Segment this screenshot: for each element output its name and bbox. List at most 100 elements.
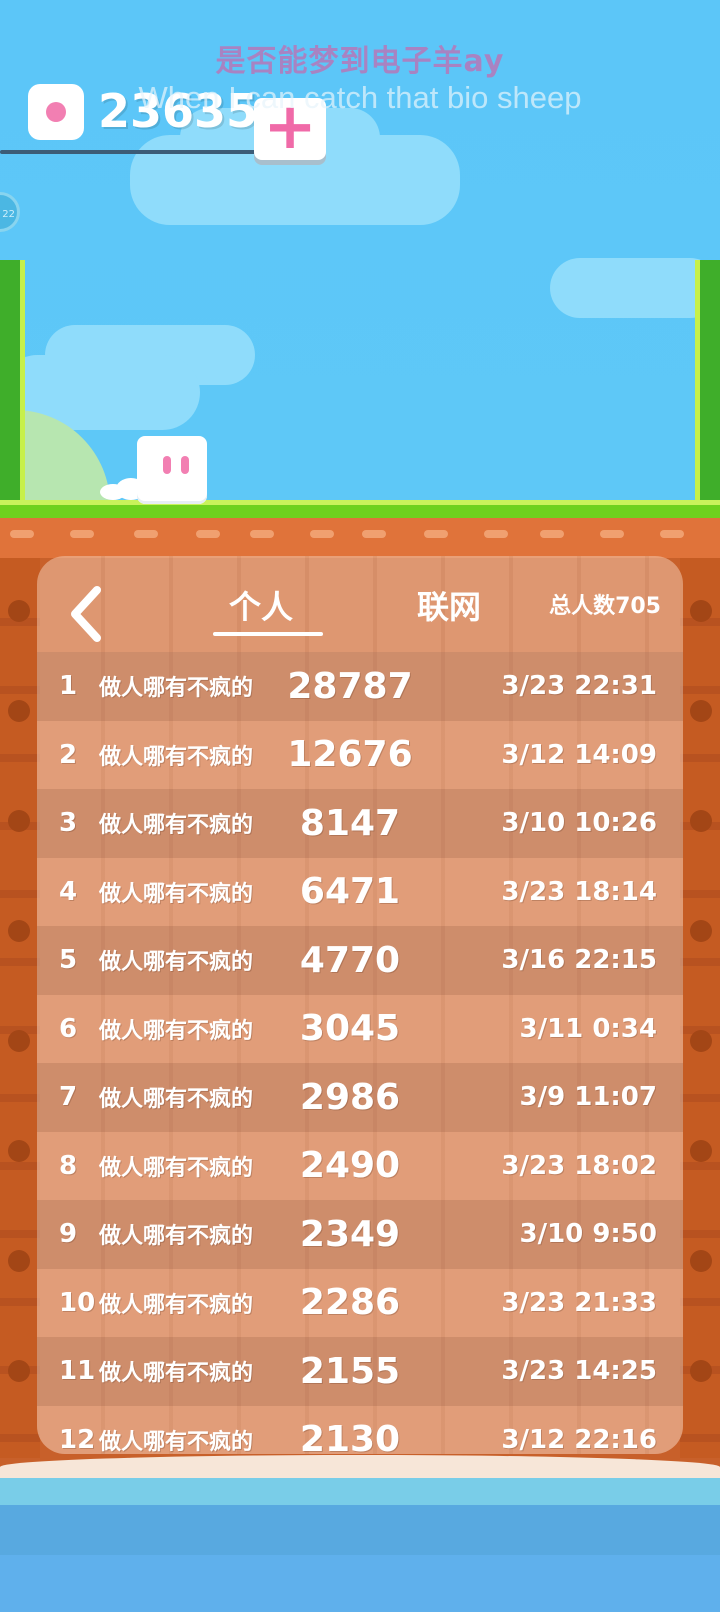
timestamp: 3/9 11:07: [519, 1082, 658, 1113]
dirt-dot: [8, 1030, 30, 1052]
leaderboard-row: 10 做人哪有不疯的 2286 3/23 21:33: [37, 1268, 683, 1337]
water-deep: [0, 1555, 720, 1612]
rank-number: 7: [59, 1082, 78, 1113]
dirt-dash: [362, 530, 386, 538]
player-name: 做人哪有不疯的: [99, 881, 254, 907]
leaderboard-list: 1 做人哪有不疯的 28787 3/23 22:31 2 做人哪有不疯的 12676 3/12…: [37, 652, 683, 1454]
score-value: 8147: [299, 802, 401, 844]
rank-number: 5: [59, 945, 78, 976]
score-value: 2349: [299, 1213, 401, 1255]
score-value: 12676: [287, 734, 413, 776]
player-name: 做人哪有不疯的: [99, 676, 254, 702]
dirt-dash: [10, 530, 34, 538]
leaderboard-panel: 个人 联网 总人数705 1 做人哪有不疯的 28787 3/23 22:31 2 做人哪…: [37, 556, 683, 1454]
timestamp: 3/23 14:25: [501, 1356, 657, 1387]
player-name: 做人哪有不疯的: [99, 1292, 254, 1318]
dirt-dot: [8, 920, 30, 942]
dirt-dot: [8, 700, 30, 722]
dirt-dot: [690, 810, 712, 832]
rank-number: 3: [59, 808, 78, 839]
sheep-eye: [181, 456, 189, 474]
player-name: 做人哪有不疯的: [99, 1224, 254, 1250]
leaderboard-row: 4 做人哪有不疯的 6471 3/23 18:14: [37, 857, 683, 926]
rank-number: 8: [59, 1150, 78, 1181]
rank-number: 1: [59, 671, 78, 702]
rank-number: 4: [59, 876, 78, 907]
coin-underline: [0, 150, 260, 154]
leaderboard-row: 8 做人哪有不疯的 2490 3/23 18:02: [37, 1131, 683, 1200]
dirt-dot: [8, 810, 30, 832]
leaderboard-row: 12 做人哪有不疯的 2130 3/12 22:16: [37, 1405, 683, 1454]
dirt-top-band: [0, 518, 720, 558]
dirt-dot: [690, 1030, 712, 1052]
tab-online[interactable]: 联网: [417, 582, 481, 628]
leaderboard-row: 3 做人哪有不疯的 8147 3/10 10:26: [37, 789, 683, 858]
dirt-column-right: [680, 558, 720, 1458]
timestamp: 3/23 18:14: [501, 876, 657, 907]
timestamp: 3/12 14:09: [501, 739, 657, 770]
timestamp: 3/12 22:16: [501, 1424, 657, 1454]
dirt-dot: [690, 1360, 712, 1382]
active-tab-underline: [213, 632, 323, 636]
player-name: 做人哪有不疯的: [99, 1155, 254, 1181]
rank-number: 11: [59, 1356, 96, 1387]
leaderboard-row: 1 做人哪有不疯的 28787 3/23 22:31: [37, 652, 683, 721]
rank-number: 12: [59, 1424, 96, 1454]
score-value: 6471: [299, 871, 401, 913]
player-name: 做人哪有不疯的: [99, 1087, 254, 1113]
dirt-dot: [8, 1250, 30, 1272]
dirt-dash: [540, 530, 564, 538]
leaderboard-row: 11 做人哪有不疯的 2155 3/23 14:25: [37, 1337, 683, 1406]
dirt-dot: [8, 600, 30, 622]
score-value: 2155: [299, 1350, 401, 1392]
overlay-title-cn: 是否能梦到电子羊ay: [215, 44, 505, 79]
timestamp: 3/23 18:02: [501, 1150, 657, 1181]
player-name: 做人哪有不疯的: [99, 1361, 254, 1387]
player-name: 做人哪有不疯的: [99, 1018, 254, 1044]
timestamp: 3/10 9:50: [519, 1219, 658, 1250]
player-name: 做人哪有不疯的: [99, 744, 254, 770]
dirt-dash: [134, 530, 158, 538]
rank-number: 6: [59, 1013, 78, 1044]
rank-number: 9: [59, 1219, 78, 1250]
dirt-dash: [484, 530, 508, 538]
score-value: 2490: [299, 1145, 401, 1187]
score-value: 2286: [299, 1282, 401, 1324]
leaderboard-row: 9 做人哪有不疯的 2349 3/10 9:50: [37, 1200, 683, 1269]
player-name: 做人哪有不疯的: [99, 950, 254, 976]
score-value: 2986: [299, 1076, 401, 1118]
overlay-title-en: When I can catch that bio sheep: [138, 80, 582, 115]
total-players: 总人数705: [549, 594, 661, 619]
dirt-dash: [250, 530, 274, 538]
dirt-dot: [690, 600, 712, 622]
dirt-dot: [690, 920, 712, 942]
left-pillar: [0, 260, 25, 500]
dirt-dot: [690, 700, 712, 722]
player-name: 做人哪有不疯的: [99, 813, 254, 839]
timestamp: 3/16 22:15: [501, 945, 657, 976]
score-value: 4770: [299, 939, 401, 981]
player-name: 做人哪有不疯的: [99, 1429, 254, 1454]
dirt-dot: [8, 1360, 30, 1382]
chevron-left-icon[interactable]: [67, 584, 107, 644]
leaderboard-row: 7 做人哪有不疯的 2986 3/9 11:07: [37, 1063, 683, 1132]
dirt-dot: [690, 1140, 712, 1162]
leaderboard-row: 5 做人哪有不疯的 4770 3/16 22:15: [37, 926, 683, 995]
dirt-dash: [310, 530, 334, 538]
sheep-character: [137, 436, 207, 504]
rank-number: 10: [59, 1287, 96, 1318]
score-value: 28787: [287, 665, 413, 707]
dirt-dash: [600, 530, 624, 538]
dirt-column-left: [0, 558, 40, 1458]
dirt-dash: [660, 530, 684, 538]
dirt-dash: [424, 530, 448, 538]
tab-personal[interactable]: 个人: [229, 582, 293, 628]
timestamp: 3/10 10:26: [501, 808, 657, 839]
dirt-dash: [70, 530, 94, 538]
dirt-dash: [196, 530, 220, 538]
dirt-dot: [8, 1140, 30, 1162]
leaderboard-row: 2 做人哪有不疯的 12676 3/12 14:09: [37, 720, 683, 789]
leaderboard-row: 6 做人哪有不疯的 3045 3/11 0:34: [37, 994, 683, 1063]
sheep-eye: [163, 456, 171, 474]
timestamp: 3/11 0:34: [519, 1013, 658, 1044]
